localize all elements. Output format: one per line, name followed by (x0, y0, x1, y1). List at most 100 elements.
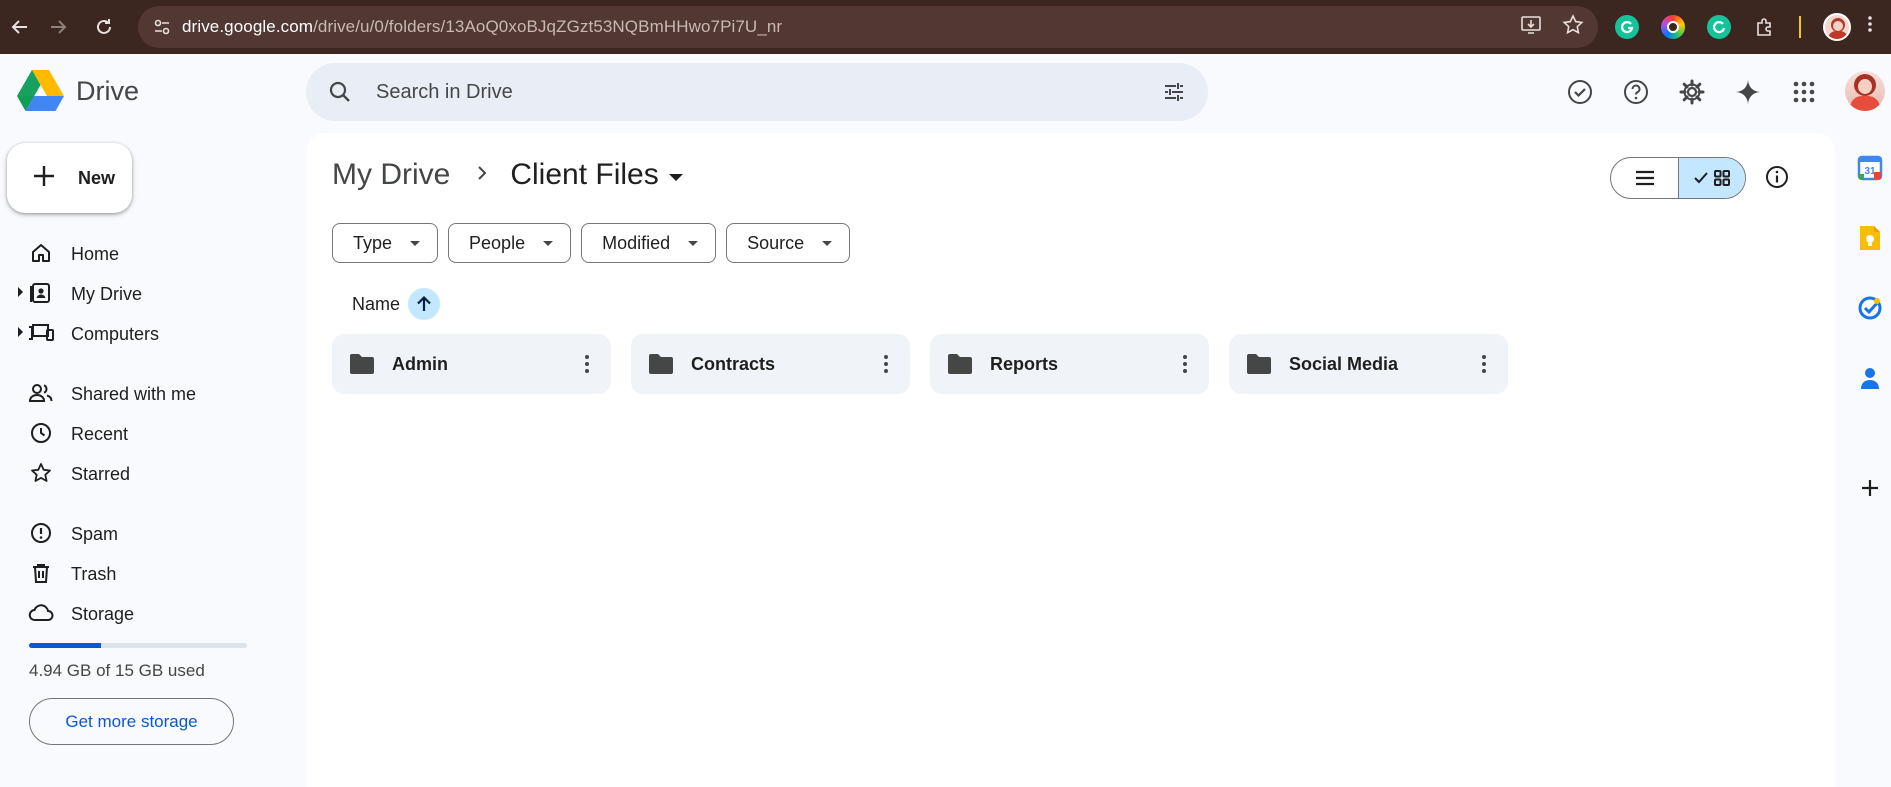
drive-logo[interactable]: Drive (17, 70, 139, 112)
sidebar-item-recent[interactable]: Recent (0, 415, 290, 451)
arrow-up-icon (417, 295, 431, 311)
calendar-icon[interactable]: 31 (1852, 150, 1888, 186)
sidebar-item-storage[interactable]: Storage (0, 595, 290, 631)
list-view-button[interactable] (1611, 158, 1678, 198)
settings-icon[interactable] (1674, 74, 1709, 109)
sidebar-item-label: Storage (71, 604, 135, 624)
folder-icon (1246, 353, 1272, 380)
sort-label[interactable]: Name (352, 294, 400, 315)
site-settings-icon[interactable] (142, 17, 182, 37)
sidebar-item-label: Computers (71, 324, 160, 344)
help-icon[interactable] (1618, 74, 1653, 109)
address-bar[interactable]: drive.google.com/drive/u/0/folders/13AoQ… (138, 6, 1598, 48)
folder-name: Contracts (691, 354, 776, 374)
bookmark-star-icon[interactable] (1562, 13, 1584, 41)
install-app-icon[interactable] (1520, 14, 1542, 41)
folder-actions-dropdown-icon[interactable] (668, 173, 683, 181)
grammarly-icon[interactable] (1615, 15, 1639, 39)
filter-people[interactable]: People (448, 223, 572, 263)
list-view-icon (1635, 170, 1654, 186)
search-bar[interactable] (306, 63, 1208, 121)
tasks-icon[interactable] (1852, 290, 1888, 326)
filter-label: People (469, 232, 526, 253)
new-button[interactable]: New (7, 143, 132, 213)
sidebar-item-label: Starred (71, 464, 131, 484)
back-arrow-icon[interactable] (0, 0, 40, 54)
check-icon (1694, 172, 1708, 184)
storage-progress-bar (29, 643, 247, 648)
sort-direction-button[interactable] (408, 288, 441, 320)
sidebar-item-label: My Drive (71, 284, 142, 304)
forward-arrow-icon[interactable] (38, 0, 78, 54)
drive-logo-icon (17, 70, 64, 111)
url-host: drive.google.com (182, 17, 314, 36)
add-addon-icon[interactable] (1852, 470, 1888, 506)
expand-caret-icon[interactable] (18, 327, 23, 337)
chevron-right-icon (476, 164, 488, 187)
more-actions-icon[interactable] (1476, 352, 1492, 376)
breadcrumb-my-drive[interactable]: My Drive (332, 158, 450, 192)
main-content: My Drive Client Files Type People Modifi… (307, 133, 1835, 787)
sidebar-item-computers[interactable]: Computers (0, 315, 290, 351)
filter-chips: Type People Modified Source (332, 223, 851, 263)
plus-icon (30, 162, 58, 195)
folder-name: Social Media (1289, 354, 1399, 374)
folder-icon (648, 353, 674, 380)
info-icon[interactable] (1764, 164, 1790, 195)
search-options-icon[interactable] (1162, 80, 1186, 109)
folder-card[interactable]: Contracts (631, 334, 910, 394)
search-input[interactable] (376, 63, 1136, 121)
search-icon[interactable] (328, 80, 352, 109)
more-actions-icon[interactable] (878, 352, 894, 376)
computers-icon (28, 321, 54, 345)
folder-name: Reports (990, 354, 1059, 374)
folder-icon (349, 353, 375, 380)
account-avatar[interactable] (1845, 71, 1885, 111)
storage-usage-text: 4.94 GB of 15 GB used (29, 661, 205, 680)
reload-icon[interactable] (84, 0, 124, 54)
sort-control: Name (352, 288, 441, 320)
gemini-sparkle-icon[interactable] (1730, 74, 1765, 109)
sidebar-item-starred[interactable]: Starred (0, 455, 290, 491)
home-icon (28, 241, 54, 265)
extensions-icon[interactable] (1753, 15, 1777, 39)
sidebar-item-trash[interactable]: Trash (0, 555, 290, 591)
apps-grid-icon[interactable] (1786, 74, 1821, 109)
folder-grid: Admin Contracts Reports Social Media (332, 334, 1508, 394)
grammarly-go-icon[interactable] (1707, 15, 1731, 39)
contacts-icon[interactable] (1852, 360, 1888, 396)
spam-icon (28, 521, 54, 545)
more-actions-icon[interactable] (1177, 352, 1193, 376)
sidebar-item-spam[interactable]: Spam (0, 515, 290, 551)
dropdown-arrow-icon (822, 240, 833, 246)
folder-card[interactable]: Admin (332, 334, 611, 394)
clock-icon (28, 421, 54, 445)
sidebar-item-my-drive[interactable]: My Drive (0, 275, 290, 311)
keep-icon[interactable] (1852, 220, 1888, 256)
view-toggle (1610, 157, 1746, 199)
filter-source[interactable]: Source (726, 223, 851, 263)
ready-for-offline-icon[interactable] (1562, 74, 1597, 109)
folder-name: Admin (392, 354, 448, 374)
filter-type[interactable]: Type (332, 223, 439, 263)
profile-avatar[interactable] (1823, 13, 1851, 41)
sidebar-item-shared-with-me[interactable]: Shared with me (0, 375, 290, 411)
expand-caret-icon[interactable] (18, 287, 23, 297)
breadcrumb-current-folder[interactable]: Client Files (510, 158, 658, 192)
url-path: /drive/u/0/folders/13AoQ0xoBJqZGzt53NQBm… (313, 17, 783, 36)
grid-view-button[interactable] (1678, 158, 1745, 198)
chrome-menu-icon[interactable] (1867, 14, 1873, 40)
toolbar-divider (1799, 16, 1801, 38)
folder-card[interactable]: Social Media (1229, 334, 1508, 394)
more-actions-icon[interactable] (579, 352, 595, 376)
filter-label: Modified (602, 232, 671, 253)
breadcrumb: My Drive Client Files (332, 158, 683, 192)
filter-label: Source (747, 232, 805, 253)
storage-progress-fill (29, 643, 101, 648)
filter-modified[interactable]: Modified (581, 223, 717, 263)
get-more-storage-button[interactable]: Get more storage (29, 698, 234, 745)
color-picker-icon[interactable] (1661, 15, 1685, 39)
folder-card[interactable]: Reports (930, 334, 1209, 394)
sidebar-item-home[interactable]: Home (0, 235, 290, 271)
sidebar-item-label: Recent (71, 424, 129, 444)
